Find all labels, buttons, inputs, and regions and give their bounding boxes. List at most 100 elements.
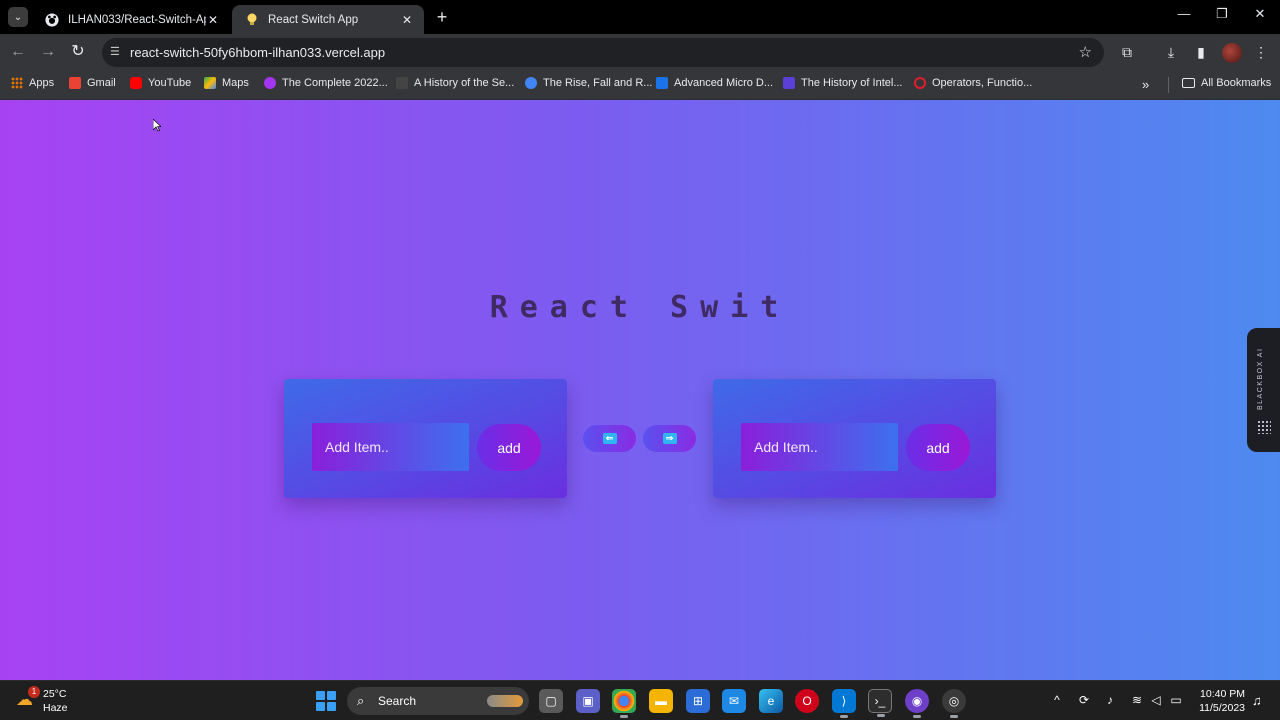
file-explorer-icon[interactable]: ▬ — [649, 689, 673, 713]
bookmark-youtube[interactable]: YouTube — [130, 77, 191, 89]
download-icon[interactable]: ⤓ — [1162, 43, 1180, 61]
bookmarks-divider — [1168, 77, 1169, 93]
tab-github[interactable]: ILHAN033/React-Switch-App ✕ — [32, 5, 230, 34]
clock-date[interactable]: 11/5/2023 — [1194, 702, 1245, 714]
sync-icon[interactable]: ⟳ — [1076, 693, 1092, 707]
browser-tab-strip: ⌄ ILHAN033/React-Switch-App ✕ React Swit… — [0, 0, 1280, 34]
microphone-icon[interactable]: ♪ — [1102, 693, 1118, 707]
notification-bell-icon[interactable]: ♫ — [1252, 693, 1262, 708]
terminal-icon[interactable]: ›_ — [868, 689, 892, 717]
bookmark-label: Advanced Micro D... — [674, 77, 774, 89]
bookmark-label: Operators, Functio... — [932, 77, 1033, 89]
bookmark-operators[interactable]: Operators, Functio... — [914, 77, 1032, 89]
article-icon — [396, 77, 408, 89]
video-icon — [783, 77, 795, 89]
vscode-icon[interactable]: ⟩ — [832, 689, 856, 718]
bookmark-label: Apps — [29, 77, 55, 89]
obs-icon[interactable]: ◎ — [942, 689, 966, 718]
reload-icon[interactable]: ↻ — [68, 42, 88, 62]
all-bookmarks-label: All Bookmarks — [1201, 77, 1272, 89]
bookmark-maps[interactable]: Maps — [204, 77, 249, 89]
course-icon — [264, 77, 276, 89]
minimize-button[interactable]: — — [1169, 6, 1199, 21]
extensions-icon[interactable]: ⧉ — [1118, 43, 1136, 61]
taskbar-search-box[interactable]: ⌕ Search — [347, 687, 529, 715]
windows-start-icon[interactable] — [316, 691, 336, 711]
bookmark-label: A History of the Se... — [414, 77, 515, 89]
bookmark-history-intel[interactable]: The History of Intel... — [783, 77, 902, 89]
search-highlight-icon — [487, 695, 523, 707]
side-panel-icon[interactable]: ▮ — [1192, 43, 1210, 61]
bookmark-label: The Complete 2022... — [282, 77, 388, 89]
tray-overflow-icon[interactable]: ^ — [1049, 693, 1065, 707]
arrow-right-icon: ⇒ — [662, 433, 677, 444]
blackbox-ai-extension-tab[interactable]: BLACKBOX AI — [1247, 328, 1280, 452]
bookmark-amd[interactable]: Advanced Micro D... — [656, 77, 773, 89]
opera-icon[interactable]: O — [795, 689, 819, 713]
apps-grid-icon — [11, 77, 23, 89]
chrome-icon[interactable] — [612, 689, 636, 718]
url-text[interactable]: react-switch-50fy6hbom-ilhan033.vercel.a… — [130, 45, 385, 60]
weather-condition[interactable]: Haze — [43, 702, 68, 714]
task-view-icon[interactable]: ▢ — [539, 689, 563, 713]
blackbox-ai-label: BLACKBOX AI — [1257, 347, 1264, 410]
bookmark-complete-2022[interactable]: The Complete 2022... — [264, 77, 388, 89]
bookmark-gmail[interactable]: Gmail — [69, 77, 116, 89]
bookmark-history-se[interactable]: A History of the Se... — [396, 77, 514, 89]
address-bar[interactable]: ☰ react-switch-50fy6hbom-ilhan033.vercel… — [102, 38, 1104, 67]
back-icon[interactable]: ← — [8, 42, 28, 62]
close-icon[interactable]: ✕ — [400, 13, 414, 27]
bookmark-label: The Rise, Fall and R... — [543, 77, 653, 89]
move-right-button[interactable]: ⇒ — [643, 425, 696, 452]
new-tab-button[interactable]: + — [432, 7, 452, 28]
bookmark-label: Maps — [222, 77, 249, 89]
lightbulb-icon — [244, 12, 260, 28]
folder-icon — [1182, 78, 1195, 88]
mail-icon[interactable]: ✉ — [722, 689, 746, 713]
left-add-button[interactable]: add — [477, 424, 541, 471]
right-list-panel: add — [713, 379, 996, 498]
tab-react-switch-app[interactable]: React Switch App ✕ — [232, 5, 424, 34]
page-content: React Swit add ⇐ ⇒ add BLACKBOX AI — [0, 100, 1280, 680]
edge-icon[interactable]: e — [759, 689, 783, 713]
close-icon[interactable]: ✕ — [206, 13, 220, 27]
forward-icon[interactable]: → — [38, 42, 58, 62]
windows-taskbar: ☁ 1 25°C Haze ⌕ Search ▢ ▣ ▬ ⊞ ✉ e O ⟩ ›… — [0, 680, 1280, 720]
microsoft-store-icon[interactable]: ⊞ — [686, 689, 710, 713]
bookmark-star-icon[interactable]: ☆ — [1079, 43, 1092, 61]
battery-icon[interactable]: ▭ — [1168, 693, 1184, 707]
search-icon: ⌕ — [357, 693, 365, 708]
wifi-icon[interactable]: ≋ — [1129, 693, 1145, 707]
volume-icon[interactable]: ◁ — [1148, 693, 1164, 707]
teams-icon[interactable]: ▣ — [576, 689, 600, 713]
tab-search-button[interactable]: ⌄ — [8, 7, 28, 27]
gmail-icon — [69, 77, 81, 89]
left-add-item-input[interactable] — [312, 423, 469, 471]
blackbox-logo-icon — [1257, 420, 1271, 434]
article-icon — [525, 77, 537, 89]
bookmark-label: YouTube — [148, 77, 192, 89]
clock-time[interactable]: 10:40 PM — [1199, 688, 1245, 700]
weather-temperature[interactable]: 25°C — [43, 688, 66, 700]
restore-button[interactable]: ❐ — [1207, 6, 1237, 22]
site-info-icon[interactable]: ☰ — [110, 45, 120, 58]
github-desktop-icon[interactable]: ◉ — [905, 689, 929, 718]
amd-icon — [656, 77, 668, 89]
profile-avatar[interactable] — [1222, 43, 1242, 63]
bookmark-label: Gmail — [87, 77, 116, 89]
close-window-button[interactable]: ✕ — [1245, 6, 1275, 22]
bookmark-apps[interactable]: Apps — [11, 77, 54, 89]
bookmark-label: The History of Intel... — [801, 77, 903, 89]
arrow-left-icon: ⇐ — [602, 433, 617, 444]
bookmark-rise-fall[interactable]: The Rise, Fall and R... — [525, 77, 652, 89]
oracle-icon — [914, 77, 926, 89]
bookmarks-bar: Apps Gmail YouTube Maps The Complete 202… — [0, 70, 1280, 100]
app-title: React Swit — [489, 290, 791, 325]
tab-title: ILHAN033/React-Switch-App — [68, 13, 206, 26]
all-bookmarks-button[interactable]: All Bookmarks — [1182, 77, 1271, 89]
right-add-item-input[interactable] — [741, 423, 898, 471]
right-add-button[interactable]: add — [906, 424, 970, 471]
move-left-button[interactable]: ⇐ — [583, 425, 636, 452]
menu-icon[interactable]: ⋮ — [1252, 43, 1270, 61]
bookmarks-overflow-icon[interactable]: » — [1142, 77, 1149, 92]
